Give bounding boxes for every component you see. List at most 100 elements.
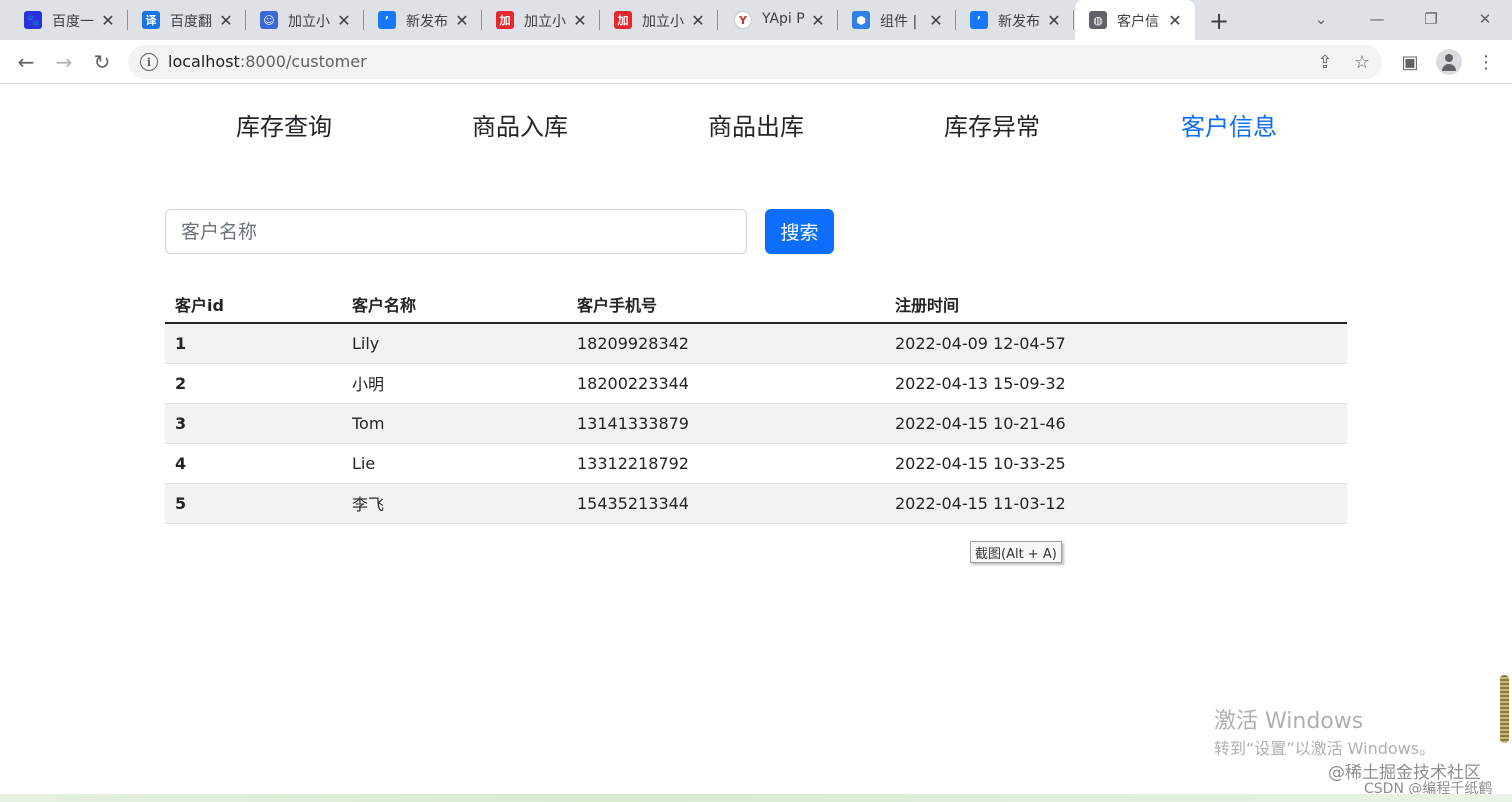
share-icon[interactable]: ⇪ — [1314, 51, 1336, 73]
col-header-customer-phone: 客户手机号 — [567, 285, 885, 324]
cell-customer-id: 4 — [165, 443, 342, 484]
doc-app-icon: ʼ — [378, 11, 396, 29]
browser-tab-7[interactable]: ⬢ 组件 | ✕ — [838, 0, 956, 40]
mascot-icon: ☺ — [260, 11, 278, 29]
activate-windows-hint: 转到“设置”以激活 Windows。 — [1214, 739, 1436, 758]
cell-customer-name: 小明 — [342, 363, 567, 404]
cell-register-time: 2022-04-15 11-03-12 — [885, 483, 1347, 524]
top-navigation: 库存查询 商品入库 商品出库 库存异常 客户信息 — [0, 85, 1512, 163]
scrollbar-thumb[interactable] — [1500, 675, 1509, 743]
table-row: 3 Tom 13141333879 2022-04-15 10-21-46 — [165, 403, 1347, 444]
doc-app-icon: ʼ — [970, 11, 988, 29]
tab-title: YApi P — [762, 11, 805, 27]
cell-customer-phone: 13141333879 — [567, 403, 885, 444]
close-tab-icon[interactable]: ✕ — [570, 10, 590, 30]
browser-tab-strip: + ⌄ — ❐ ✕ 🐾 百度一 ✕ 译百度翻 ✕ ☺ 加立小 ✕ ʼ 新发布 ✕ 加加立小 ✕ 加加立小 ✕… — [0, 0, 1512, 40]
close-tab-icon[interactable]: ✕ — [808, 10, 828, 30]
back-icon[interactable]: ← — [14, 50, 38, 74]
browser-tab-2[interactable]: ☺ 加立小 ✕ — [246, 0, 364, 40]
globe-icon: ◍ — [1089, 11, 1107, 29]
activate-windows-title: 激活 Windows — [1214, 709, 1364, 734]
tab-title: 客户信 — [1117, 14, 1159, 30]
minimize-icon[interactable]: — — [1364, 8, 1390, 30]
close-tab-icon[interactable]: ✕ — [216, 10, 236, 30]
jiali-red-icon: 加 — [614, 11, 632, 29]
col-header-register-time: 注册时间 — [885, 285, 1347, 324]
cell-customer-id: 1 — [165, 323, 342, 364]
close-tab-icon[interactable]: ✕ — [688, 10, 708, 30]
tab-title: 加立小 — [288, 14, 330, 30]
tab-separator — [1073, 10, 1074, 30]
close-tab-icon[interactable]: ✕ — [452, 10, 472, 30]
side-panel-icon[interactable]: ▣ — [1398, 50, 1422, 74]
profile-avatar[interactable] — [1436, 49, 1462, 75]
tab-title: 新发布 — [406, 14, 448, 30]
browser-tab-5[interactable]: 加加立小 ✕ — [600, 0, 718, 40]
component-hex-icon: ⬢ — [852, 11, 870, 29]
menu-kebab-icon[interactable]: ⋮ — [1474, 50, 1498, 74]
url-host: localhost — [168, 52, 240, 71]
table-row: 2 小明 18200223344 2022-04-13 15-09-32 — [165, 363, 1347, 404]
cell-register-time: 2022-04-15 10-21-46 — [885, 403, 1347, 444]
cell-customer-phone: 18200223344 — [567, 363, 885, 404]
close-tab-icon[interactable]: ✕ — [926, 10, 946, 30]
tab-title: 新发布 — [998, 14, 1040, 30]
tab-separator — [717, 10, 718, 30]
nav-item-stock-in[interactable]: 商品入库 — [472, 107, 568, 142]
nav-item-customer-info[interactable]: 客户信息 — [1181, 107, 1277, 142]
tab-title: 加立小 — [524, 14, 566, 30]
site-info-icon[interactable]: i — [140, 53, 158, 71]
tab-search-icon[interactable]: ⌄ — [1308, 8, 1334, 30]
close-tab-icon[interactable]: ✕ — [1044, 10, 1064, 30]
bookmark-star-icon[interactable]: ☆ — [1351, 51, 1373, 73]
browser-tab-3[interactable]: ʼ 新发布 ✕ — [364, 0, 482, 40]
cell-customer-phone: 18209928342 — [567, 323, 885, 364]
baidu-translate-icon: 译 — [142, 11, 160, 29]
customer-table: 客户id 客户名称 客户手机号 注册时间 1 Lily 18209928342 202… — [165, 285, 1347, 524]
screenshot-tooltip: 截图(Alt + A) — [970, 541, 1062, 563]
tab-title: 组件 | — [880, 14, 918, 30]
cell-register-time: 2022-04-09 12-04-57 — [885, 323, 1347, 364]
cell-register-time: 2022-04-13 15-09-32 — [885, 363, 1347, 404]
close-tab-icon[interactable]: ✕ — [98, 10, 118, 30]
page-content: 库存查询 商品入库 商品出库 库存异常 客户信息 搜索 客户id 客户名称 客户… — [0, 85, 1512, 802]
table-row: 5 李飞 15435213344 2022-04-15 11-03-12 — [165, 483, 1347, 524]
new-tab-button[interactable]: + — [1206, 7, 1232, 35]
col-header-customer-name: 客户名称 — [342, 285, 567, 324]
yapi-icon: Y — [734, 11, 752, 29]
browser-tab-4[interactable]: 加加立小 ✕ — [482, 0, 600, 40]
tab-title: 百度一 — [52, 14, 94, 30]
table-row: 1 Lily 18209928342 2022-04-09 12-04-57 — [165, 323, 1347, 364]
url-path: :8000/customer — [239, 52, 367, 71]
cell-customer-phone: 13312218792 — [567, 443, 885, 484]
cell-customer-id: 2 — [165, 363, 342, 404]
nav-item-inventory-query[interactable]: 库存查询 — [236, 107, 332, 142]
reload-icon[interactable]: ↻ — [90, 50, 114, 74]
close-tab-icon[interactable]: ✕ — [334, 10, 354, 30]
customer-name-search-input[interactable] — [165, 209, 747, 254]
baidu-paw-icon: 🐾 — [24, 11, 42, 29]
cell-customer-id: 3 — [165, 403, 342, 444]
browser-tab-8[interactable]: ʼ 新发布 ✕ — [956, 0, 1074, 40]
nav-item-stock-out[interactable]: 商品出库 — [708, 107, 804, 142]
cell-customer-name: Tom — [342, 403, 567, 444]
browser-tab-1[interactable]: 译百度翻 ✕ — [128, 0, 246, 40]
browser-tab-6[interactable]: Y YApi P ✕ — [720, 0, 838, 40]
forward-icon[interactable]: → — [52, 50, 76, 74]
address-bar[interactable]: i localhost:8000/customer ⇪ ☆ — [128, 45, 1382, 79]
search-button[interactable]: 搜索 — [765, 209, 834, 254]
close-tab-icon[interactable]: ✕ — [1165, 10, 1185, 30]
restore-icon[interactable]: ❐ — [1418, 8, 1444, 30]
close-window-icon[interactable]: ✕ — [1472, 8, 1498, 30]
table-row: 4 Lie 13312218792 2022-04-15 10-33-25 — [165, 443, 1347, 484]
jiali-red-icon: 加 — [496, 11, 514, 29]
browser-tab-0[interactable]: 🐾 百度一 ✕ — [10, 0, 128, 40]
col-header-customer-id: 客户id — [165, 285, 342, 324]
browser-tab-9[interactable]: ◍ 客户信 ✕ — [1075, 0, 1195, 40]
nav-item-inventory-exception[interactable]: 库存异常 — [944, 107, 1040, 142]
cell-register-time: 2022-04-15 10-33-25 — [885, 443, 1347, 484]
cell-customer-name: Lie — [342, 443, 567, 484]
cell-customer-phone: 15435213344 — [567, 483, 885, 524]
table-header-row: 客户id 客户名称 客户手机号 注册时间 — [165, 285, 1347, 324]
url-text[interactable]: localhost:8000/customer — [168, 52, 367, 71]
